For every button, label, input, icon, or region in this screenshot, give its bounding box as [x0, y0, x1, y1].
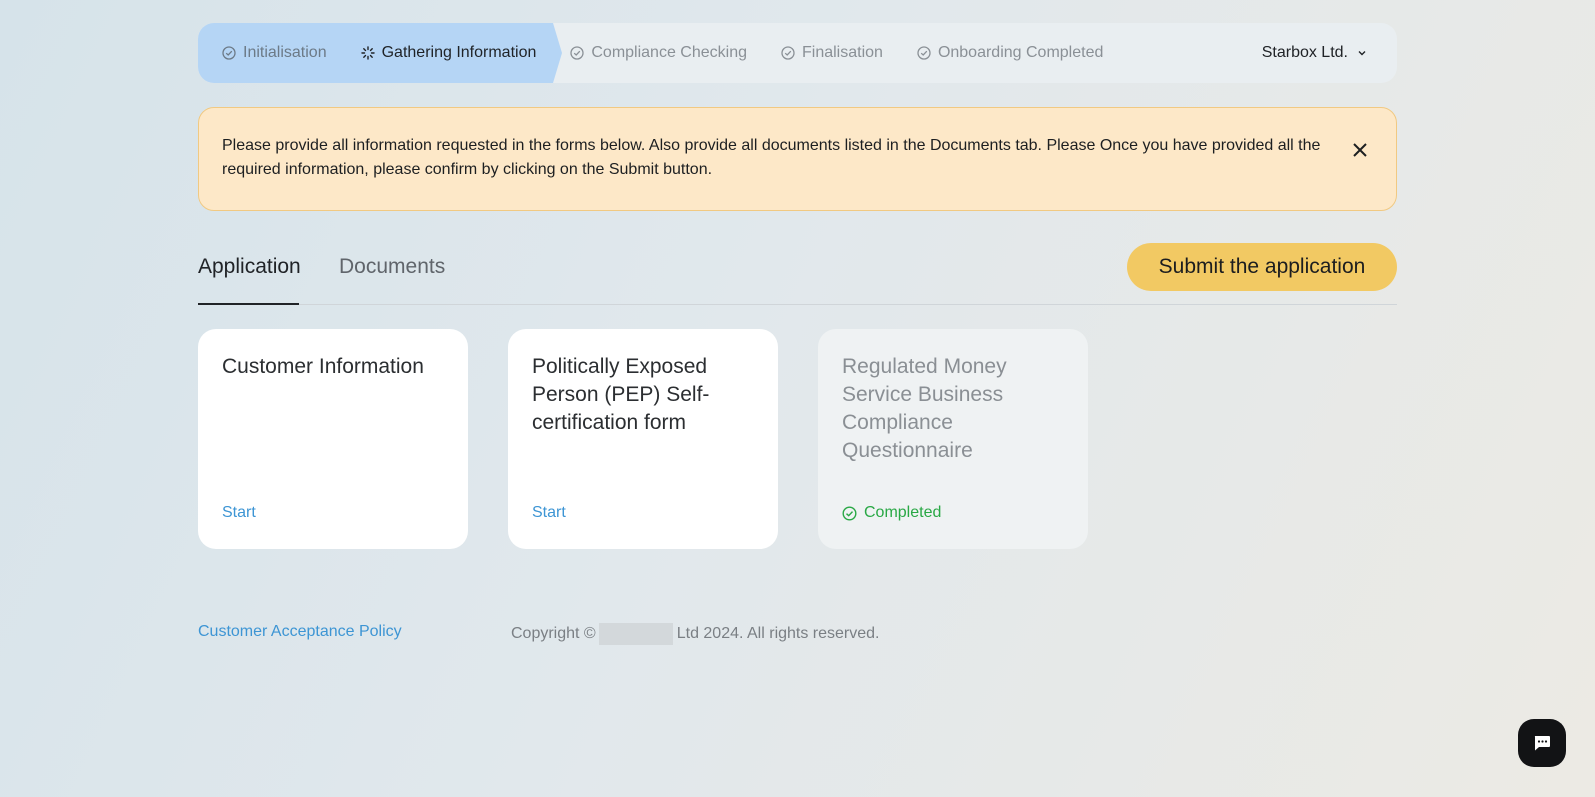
card-title: Regulated Money Service Business Complia… [842, 355, 1007, 462]
check-circle-icon [917, 46, 931, 60]
company-selector[interactable]: Starbox Ltd. [1262, 23, 1367, 83]
onboarding-stepper: Initialisation Gathering Information Com… [198, 23, 1397, 83]
customer-acceptance-policy-link[interactable]: Customer Acceptance Policy [198, 623, 402, 641]
copyright-text: Copyright © Ltd 2024. All rights reserve… [511, 623, 880, 645]
check-circle-icon [781, 46, 795, 60]
step-label: Finalisation [802, 44, 883, 61]
check-circle-icon [570, 46, 585, 60]
start-link[interactable]: Start [222, 504, 256, 522]
step-label: Initialisation [243, 44, 327, 61]
check-circle-icon [222, 46, 236, 60]
completed-label: Completed [864, 504, 942, 521]
step-gathering-information[interactable]: Gathering Information [360, 44, 537, 62]
chevron-down-icon [1357, 48, 1367, 58]
redacted-block [598, 623, 673, 645]
form-card-pep-self-certification[interactable]: Politically Exposed Person (PEP) Self-ce… [508, 329, 778, 549]
step-onboarding-completed[interactable]: Onboarding Completed [917, 44, 1103, 62]
form-card-customer-information[interactable]: Customer Information Start [198, 329, 468, 549]
form-card-msb-compliance-questionnaire[interactable]: Regulated Money Service Business Complia… [818, 329, 1088, 549]
chat-bubble-icon [1532, 733, 1552, 753]
step-label: Onboarding Completed [937, 44, 1104, 61]
active-tab-indicator [198, 303, 299, 305]
chat-button[interactable] [1518, 719, 1566, 767]
step-compliance-checking[interactable]: Compliance Checking [570, 44, 747, 62]
card-title: Politically Exposed Person (PEP) Self-ce… [532, 355, 710, 434]
tab-bar: Application Documents Submit the applica… [198, 243, 1397, 305]
card-title: Customer Information [222, 355, 424, 378]
company-name: Starbox Ltd. [1261, 44, 1348, 61]
copyright-suffix: Ltd 2024. All rights reserved. [676, 625, 880, 642]
spinner-icon [360, 46, 375, 60]
step-label: Gathering Information [381, 44, 537, 61]
alert-message: Please provide all information requested… [222, 137, 1321, 178]
completed-status: Completed [842, 504, 941, 522]
step-finalisation[interactable]: Finalisation [781, 44, 883, 62]
info-alert: Please provide all information requested… [198, 107, 1397, 211]
copyright-prefix: Copyright © [511, 625, 596, 642]
check-circle-icon [842, 505, 857, 521]
step-initialisation[interactable]: Initialisation [222, 44, 327, 62]
tab-documents[interactable]: Documents [339, 255, 445, 279]
close-icon[interactable] [1352, 142, 1368, 158]
start-link[interactable]: Start [532, 504, 566, 522]
submit-application-button[interactable]: Submit the application [1127, 243, 1397, 291]
step-label: Compliance Checking [591, 44, 747, 61]
tab-application[interactable]: Application [198, 255, 301, 279]
